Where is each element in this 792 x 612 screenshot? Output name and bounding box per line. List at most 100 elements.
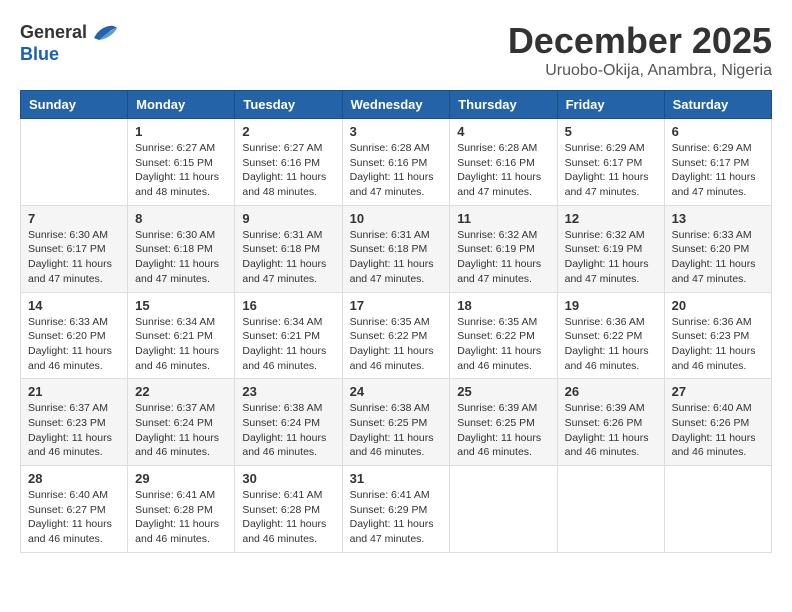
calendar-cell: 12 Sunrise: 6:32 AM Sunset: 6:19 PM Dayli… [557, 205, 664, 292]
day-info: Sunrise: 6:29 AM Sunset: 6:17 PM Dayligh… [565, 141, 657, 200]
calendar-cell: 7 Sunrise: 6:30 AM Sunset: 6:17 PM Daylig… [21, 205, 128, 292]
day-number: 13 [672, 211, 764, 226]
calendar-cell: 17 Sunrise: 6:35 AM Sunset: 6:22 PM Dayli… [342, 292, 450, 379]
calendar-cell: 6 Sunrise: 6:29 AM Sunset: 6:17 PM Daylig… [664, 119, 771, 206]
calendar-cell: 23 Sunrise: 6:38 AM Sunset: 6:24 PM Dayli… [235, 379, 342, 466]
day-number: 29 [135, 471, 227, 486]
day-info: Sunrise: 6:32 AM Sunset: 6:19 PM Dayligh… [457, 228, 549, 287]
day-info: Sunrise: 6:29 AM Sunset: 6:17 PM Dayligh… [672, 141, 764, 200]
calendar-cell: 22Sunrise: 6:37 AM Sunset: 6:24 PM Dayli… [128, 379, 235, 466]
day-info: Sunrise: 6:31 AM Sunset: 6:18 PM Dayligh… [350, 228, 443, 287]
day-number: 18 [457, 298, 549, 313]
day-number: 27 [672, 384, 764, 399]
calendar-cell: 15Sunrise: 6:34 AM Sunset: 6:21 PM Dayli… [128, 292, 235, 379]
day-number: 12 [565, 211, 657, 226]
weekday-header-sunday: Sunday [21, 91, 128, 119]
day-number: 1 [135, 124, 227, 139]
day-number: 16 [242, 298, 334, 313]
calendar-header-row: SundayMondayTuesdayWednesdayThursdayFrid… [21, 91, 772, 119]
weekday-header-wednesday: Wednesday [342, 91, 450, 119]
day-number: 5 [565, 124, 657, 139]
calendar-cell: 5 Sunrise: 6:29 AM Sunset: 6:17 PM Daylig… [557, 119, 664, 206]
calendar-cell: 3 Sunrise: 6:28 AM Sunset: 6:16 PM Daylig… [342, 119, 450, 206]
day-info: Sunrise: 6:36 AM Sunset: 6:22 PM Dayligh… [565, 315, 657, 374]
logo-bird-icon [89, 20, 119, 44]
calendar-cell: 29 Sunrise: 6:41 AM Sunset: 6:28 PM Dayli… [128, 466, 235, 553]
day-info: Sunrise: 6:34 AM Sunset: 6:21 PM Dayligh… [242, 315, 334, 374]
day-number: 11 [457, 211, 549, 226]
day-number: 7 [28, 211, 120, 226]
day-number: 17 [350, 298, 443, 313]
calendar-cell [557, 466, 664, 553]
day-number: 24 [350, 384, 443, 399]
calendar-cell: 9 Sunrise: 6:31 AM Sunset: 6:18 PM Daylig… [235, 205, 342, 292]
day-info: Sunrise: 6:28 AM Sunset: 6:16 PM Dayligh… [457, 141, 549, 200]
day-info: Sunrise: 6:39 AM Sunset: 6:25 PM Dayligh… [457, 401, 549, 460]
logo: General Blue [20, 20, 119, 65]
day-info: Sunrise: 6:30 AM Sunset: 6:18 PM Dayligh… [135, 228, 227, 287]
calendar-cell: 19 Sunrise: 6:36 AM Sunset: 6:22 PM Dayli… [557, 292, 664, 379]
weekday-header-saturday: Saturday [664, 91, 771, 119]
day-number: 30 [242, 471, 334, 486]
calendar-week-row: 21 Sunrise: 6:37 AM Sunset: 6:23 PM Dayli… [21, 379, 772, 466]
day-number: 20 [672, 298, 764, 313]
month-title: December 2025 [508, 20, 772, 62]
day-number: 6 [672, 124, 764, 139]
calendar-cell: 13 Sunrise: 6:33 AM Sunset: 6:20 PM Dayli… [664, 205, 771, 292]
day-info: Sunrise: 6:34 AM Sunset: 6:21 PM Dayligh… [135, 315, 227, 374]
day-number: 28 [28, 471, 120, 486]
day-info: Sunrise: 6:41 AM Sunset: 6:28 PM Dayligh… [135, 488, 227, 547]
day-number: 25 [457, 384, 549, 399]
day-info: Sunrise: 6:33 AM Sunset: 6:20 PM Dayligh… [672, 228, 764, 287]
day-number: 14 [28, 298, 120, 313]
day-info: Sunrise: 6:35 AM Sunset: 6:22 PM Dayligh… [350, 315, 443, 374]
day-info: Sunrise: 6:28 AM Sunset: 6:16 PM Dayligh… [350, 141, 443, 200]
day-info: Sunrise: 6:37 AM Sunset: 6:23 PM Dayligh… [28, 401, 120, 460]
weekday-header-friday: Friday [557, 91, 664, 119]
calendar-week-row: 14Sunrise: 6:33 AM Sunset: 6:20 PM Dayli… [21, 292, 772, 379]
calendar-week-row: 28 Sunrise: 6:40 AM Sunset: 6:27 PM Dayli… [21, 466, 772, 553]
day-info: Sunrise: 6:27 AM Sunset: 6:15 PM Dayligh… [135, 141, 227, 200]
calendar-cell: 31 Sunrise: 6:41 AM Sunset: 6:29 PM Dayli… [342, 466, 450, 553]
calendar-cell: 1 Sunrise: 6:27 AM Sunset: 6:15 PM Daylig… [128, 119, 235, 206]
calendar-cell: 2 Sunrise: 6:27 AM Sunset: 6:16 PM Daylig… [235, 119, 342, 206]
day-info: Sunrise: 6:36 AM Sunset: 6:23 PM Dayligh… [672, 315, 764, 374]
day-number: 4 [457, 124, 549, 139]
day-info: Sunrise: 6:32 AM Sunset: 6:19 PM Dayligh… [565, 228, 657, 287]
day-info: Sunrise: 6:35 AM Sunset: 6:22 PM Dayligh… [457, 315, 549, 374]
weekday-header-monday: Monday [128, 91, 235, 119]
calendar-cell: 8 Sunrise: 6:30 AM Sunset: 6:18 PM Daylig… [128, 205, 235, 292]
day-info: Sunrise: 6:38 AM Sunset: 6:25 PM Dayligh… [350, 401, 443, 460]
page-header: General Blue December 2025 Uruobo-Okija,… [20, 20, 772, 80]
calendar-cell [21, 119, 128, 206]
day-info: Sunrise: 6:30 AM Sunset: 6:17 PM Dayligh… [28, 228, 120, 287]
day-number: 23 [242, 384, 334, 399]
day-number: 9 [242, 211, 334, 226]
weekday-header-thursday: Thursday [450, 91, 557, 119]
day-info: Sunrise: 6:40 AM Sunset: 6:27 PM Dayligh… [28, 488, 120, 547]
calendar-week-row: 7 Sunrise: 6:30 AM Sunset: 6:17 PM Daylig… [21, 205, 772, 292]
logo-general-text: General [20, 22, 87, 43]
day-info: Sunrise: 6:27 AM Sunset: 6:16 PM Dayligh… [242, 141, 334, 200]
calendar-cell: 10 Sunrise: 6:31 AM Sunset: 6:18 PM Dayli… [342, 205, 450, 292]
day-number: 22 [135, 384, 227, 399]
day-info: Sunrise: 6:41 AM Sunset: 6:28 PM Dayligh… [242, 488, 334, 547]
day-number: 31 [350, 471, 443, 486]
day-number: 3 [350, 124, 443, 139]
calendar-cell: 18 Sunrise: 6:35 AM Sunset: 6:22 PM Dayli… [450, 292, 557, 379]
day-info: Sunrise: 6:41 AM Sunset: 6:29 PM Dayligh… [350, 488, 443, 547]
day-number: 8 [135, 211, 227, 226]
day-info: Sunrise: 6:31 AM Sunset: 6:18 PM Dayligh… [242, 228, 334, 287]
day-number: 19 [565, 298, 657, 313]
calendar-cell [450, 466, 557, 553]
calendar-cell: 20 Sunrise: 6:36 AM Sunset: 6:23 PM Dayli… [664, 292, 771, 379]
title-section: December 2025 Uruobo-Okija, Anambra, Nig… [508, 20, 772, 80]
day-number: 10 [350, 211, 443, 226]
day-info: Sunrise: 6:38 AM Sunset: 6:24 PM Dayligh… [242, 401, 334, 460]
calendar-cell: 14Sunrise: 6:33 AM Sunset: 6:20 PM Dayli… [21, 292, 128, 379]
day-number: 21 [28, 384, 120, 399]
day-number: 2 [242, 124, 334, 139]
day-number: 26 [565, 384, 657, 399]
calendar-cell: 26Sunrise: 6:39 AM Sunset: 6:26 PM Dayli… [557, 379, 664, 466]
calendar-table: SundayMondayTuesdayWednesdayThursdayFrid… [20, 90, 772, 553]
